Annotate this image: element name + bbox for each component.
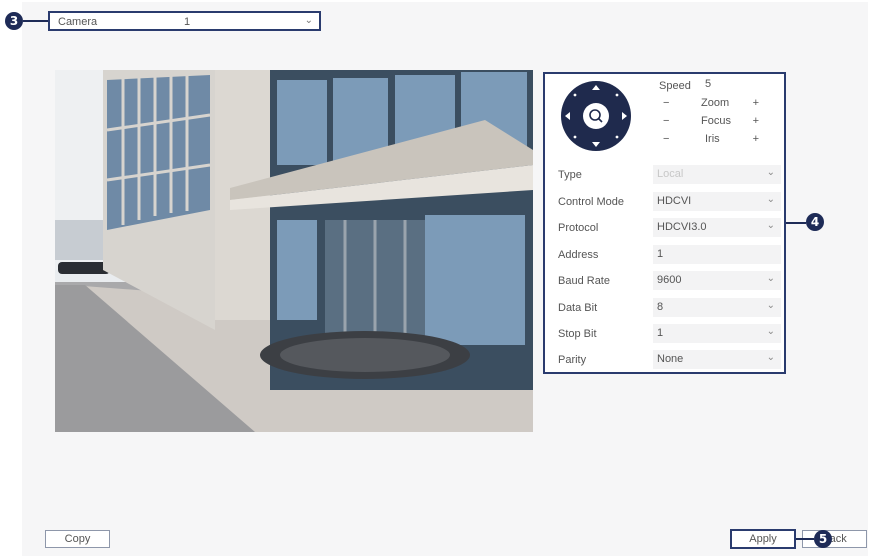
zoom-label: Zoom: [701, 97, 730, 109]
parity-row: Parity None ⌄: [558, 349, 783, 371]
zoom-in-button[interactable]: +: [753, 97, 759, 109]
iris-row: − Iris +: [663, 133, 773, 147]
data-bit-value: 8: [657, 301, 664, 313]
control-mode-select[interactable]: HDCVI ⌄: [653, 192, 781, 211]
iris-minus-button[interactable]: −: [663, 133, 669, 145]
chevron-down-icon: ⌄: [304, 15, 313, 26]
data-bit-row: Data Bit 8 ⌄: [558, 297, 783, 319]
stop-bit-value: 1: [657, 327, 664, 339]
type-row: Type Local ⌄: [558, 164, 783, 186]
stop-bit-row: Stop Bit 1 ⌄: [558, 323, 783, 345]
ptz-control-panel: Speed 5 − Zoom + − Focus + − Iris + Type…: [543, 72, 786, 374]
baud-rate-value: 9600: [657, 274, 682, 286]
iris-plus-button[interactable]: +: [753, 133, 759, 145]
protocol-select[interactable]: HDCVI3.0 ⌄: [653, 218, 781, 237]
iris-label: Iris: [705, 133, 720, 145]
control-mode-value: HDCVI: [657, 195, 692, 207]
callout-4-line: [786, 222, 806, 224]
protocol-row: Protocol HDCVI3.0 ⌄: [558, 217, 783, 239]
chevron-down-icon: ⌄: [766, 194, 775, 205]
callout-3-badge: 3: [5, 12, 23, 30]
address-row: Address 1: [558, 244, 783, 266]
zoom-row: − Zoom +: [663, 97, 773, 111]
parity-label: Parity: [558, 354, 587, 366]
type-select: Local ⌄: [653, 165, 781, 184]
focus-row: − Focus +: [663, 115, 773, 129]
baud-rate-select[interactable]: 9600 ⌄: [653, 271, 781, 290]
focus-minus-button[interactable]: −: [663, 115, 669, 127]
address-value: 1: [657, 248, 664, 260]
speed-label: Speed: [659, 80, 691, 92]
stop-bit-label: Stop Bit: [558, 328, 597, 340]
focus-plus-button[interactable]: +: [753, 115, 759, 127]
baud-rate-row: Baud Rate 9600 ⌄: [558, 270, 783, 292]
speed-value[interactable]: 5: [705, 78, 711, 90]
apply-button[interactable]: Apply: [730, 529, 796, 549]
control-mode-row: Control Mode HDCVI ⌄: [558, 191, 783, 213]
data-bit-select[interactable]: 8 ⌄: [653, 298, 781, 317]
ptz-direction-pad[interactable]: [560, 80, 632, 152]
camera-select-value: 1: [184, 16, 191, 28]
protocol-label: Protocol: [558, 222, 599, 234]
address-input[interactable]: 1: [653, 245, 781, 264]
type-value: Local: [657, 168, 684, 180]
control-mode-label: Control Mode: [558, 196, 625, 208]
stop-bit-select[interactable]: 1 ⌄: [653, 324, 781, 343]
chevron-down-icon: ⌄: [766, 300, 775, 311]
callout-5-badge: 5: [814, 530, 832, 548]
protocol-value: HDCVI3.0: [657, 221, 707, 233]
building-entrance-image: [55, 70, 533, 432]
chevron-down-icon: ⌄: [766, 273, 775, 284]
parity-value: None: [657, 353, 684, 365]
callout-5-line: [796, 538, 814, 540]
chevron-down-icon: ⌄: [766, 167, 775, 178]
focus-label: Focus: [701, 115, 731, 127]
camera-live-view: [55, 70, 533, 432]
data-bit-label: Data Bit: [558, 302, 598, 314]
ptz-dpad-icon: [561, 81, 631, 151]
address-label: Address: [558, 249, 599, 261]
parity-select[interactable]: None ⌄: [653, 350, 781, 369]
callout-4-badge: 4: [806, 213, 824, 231]
callout-3-line: [23, 20, 48, 22]
baud-rate-label: Baud Rate: [558, 275, 610, 287]
copy-button[interactable]: Copy: [45, 530, 110, 548]
camera-select-label: Camera: [58, 16, 98, 28]
chevron-down-icon: ⌄: [766, 326, 775, 337]
type-label: Type: [558, 169, 582, 181]
camera-select[interactable]: Camera 1 ⌄: [48, 11, 321, 31]
chevron-down-icon: ⌄: [766, 220, 775, 231]
zoom-out-button[interactable]: −: [663, 97, 669, 109]
chevron-down-icon: ⌄: [766, 352, 775, 363]
